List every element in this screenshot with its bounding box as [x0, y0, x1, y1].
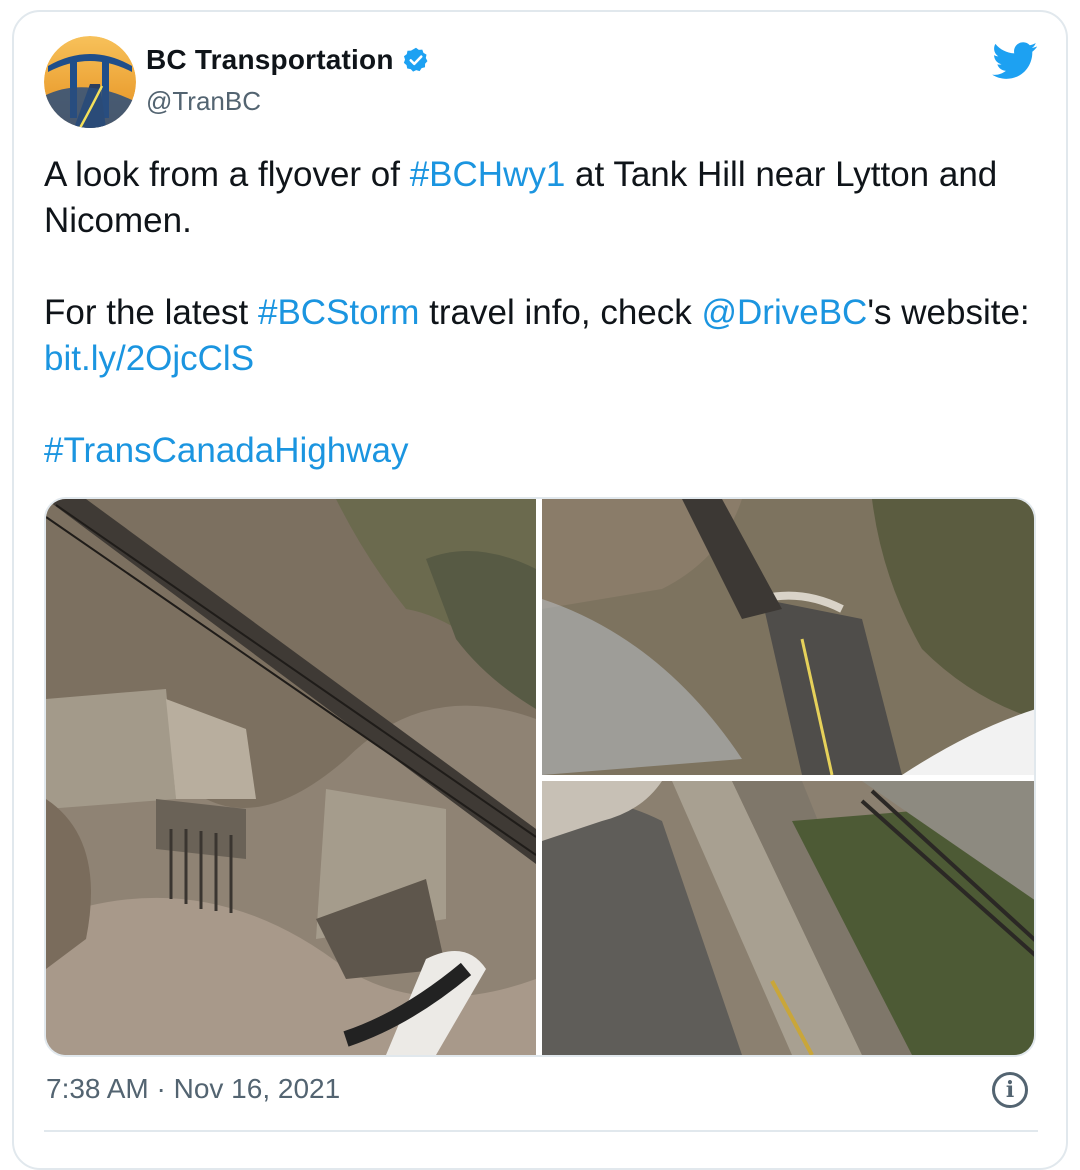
collapsed-highway-aerial-photo[interactable]	[542, 499, 1034, 775]
url-link[interactable]: bit.ly/2OjcClS	[44, 339, 254, 378]
tweet-paragraph-2: For the latest #BCStorm travel info, che…	[44, 290, 1034, 382]
handle[interactable]: @TranBC	[146, 86, 261, 117]
railway-bridge-over-washout-photo[interactable]	[46, 499, 536, 1055]
display-name[interactable]: BC Transportation	[146, 44, 394, 76]
tweet-text: A look from a flyover of #BCHwy1 at Tank…	[44, 152, 1034, 474]
text-segment: 's website:	[867, 293, 1030, 332]
verified-badge-icon	[403, 47, 428, 72]
twitter-bird-icon[interactable]	[992, 42, 1038, 80]
tweet-timestamp[interactable]: 7:38 AM · Nov 16, 2021	[46, 1073, 340, 1105]
hashtag-bcstorm-link[interactable]: #BCStorm	[258, 293, 419, 332]
tweet-paragraph-3: #TransCanadaHighway	[44, 428, 1034, 474]
hashtag-bchwy1-link[interactable]: #BCHwy1	[410, 155, 566, 194]
hashtag-transcanadahighway-link[interactable]: #TransCanadaHighway	[44, 431, 408, 470]
flood-debris-highway-photo[interactable]	[542, 781, 1034, 1055]
info-icon[interactable]: i	[992, 1072, 1028, 1108]
mention-drivebc-link[interactable]: @DriveBC	[702, 293, 868, 332]
text-segment: A look from a flyover of	[44, 155, 410, 194]
text-segment: For the latest	[44, 293, 258, 332]
bc-transportation-logo-icon	[44, 36, 136, 128]
tweet-paragraph-1: A look from a flyover of #BCHwy1 at Tank…	[44, 152, 1034, 244]
avatar[interactable]	[44, 36, 136, 128]
text-segment: travel info, check	[419, 293, 702, 332]
media-grid	[44, 497, 1036, 1057]
divider	[44, 1130, 1038, 1132]
